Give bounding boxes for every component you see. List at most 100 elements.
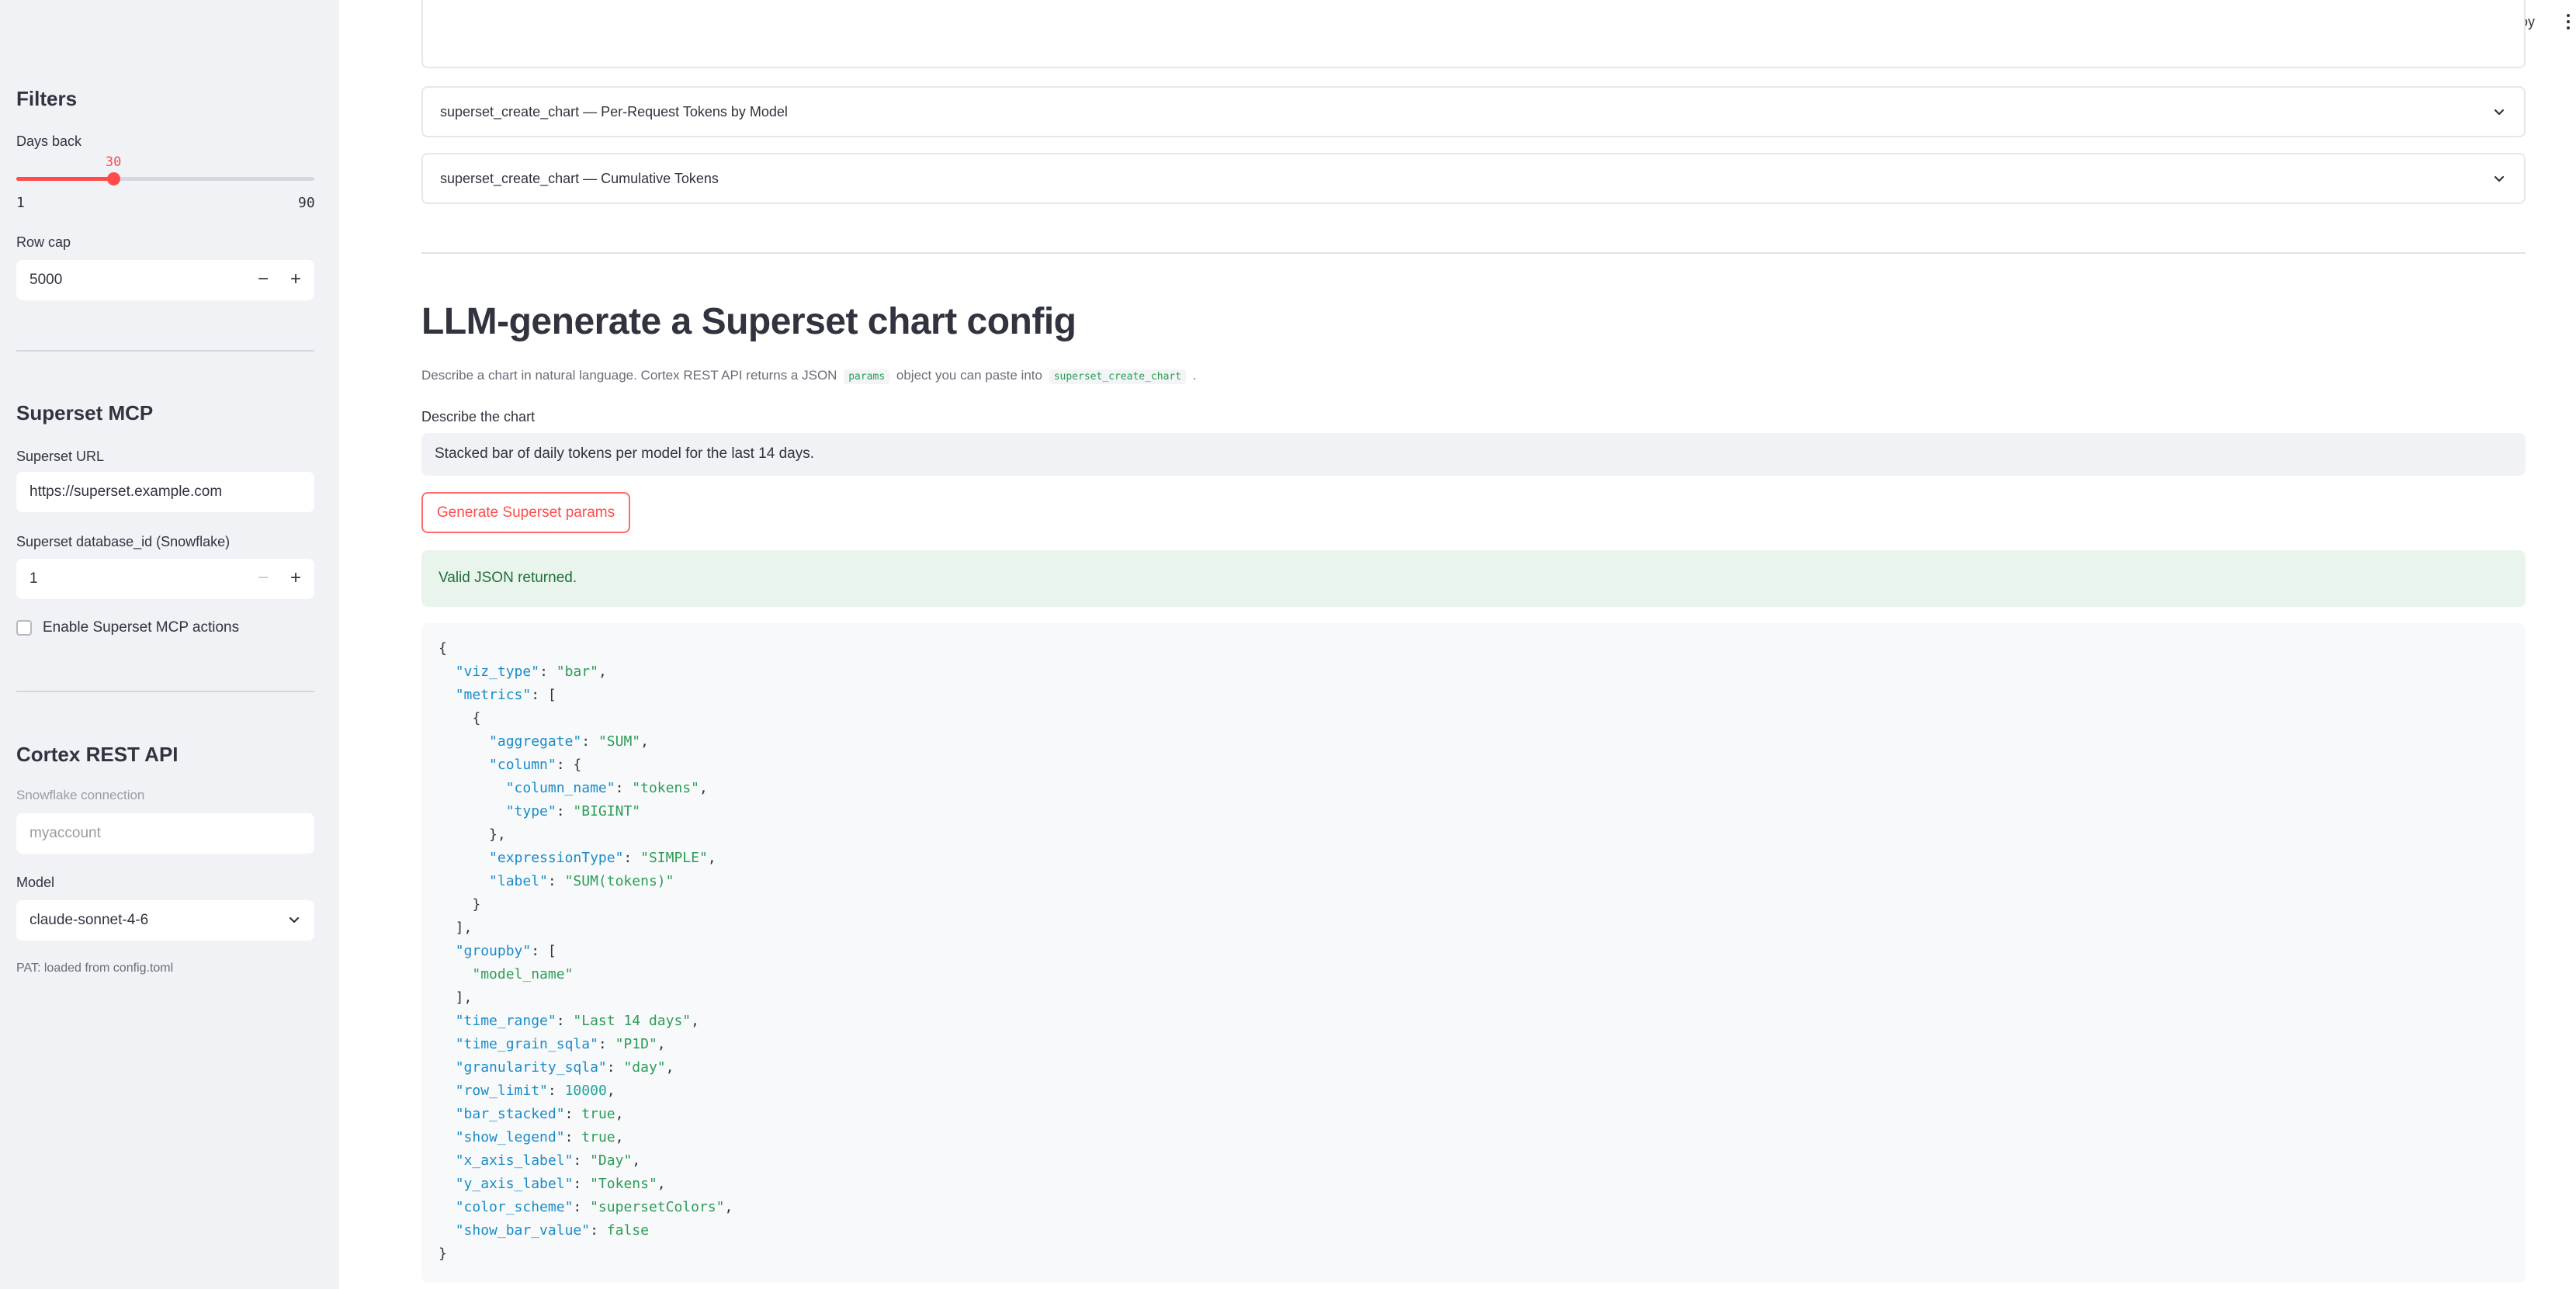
json-key: "expressionType": [489, 850, 624, 866]
code-line: "model_name": [439, 966, 573, 982]
generate-superset-params-button[interactable]: Generate Superset params: [421, 492, 630, 533]
sidebar-divider: [16, 350, 314, 352]
expander-label[interactable]: superset_create_chart — Per-Request Toke…: [440, 104, 788, 120]
code-punct: [439, 803, 506, 819]
code-punct: :: [547, 873, 565, 889]
json-key: "y_axis_label": [455, 1176, 574, 1192]
days-back-slider[interactable]: [16, 172, 314, 185]
expander-cumulative-tokens[interactable]: superset_create_chart — Cumulative Token…: [421, 153, 2526, 204]
code-punct: ,: [632, 1152, 641, 1169]
code-punct: [439, 733, 489, 750]
superset-url-input[interactable]: https://superset.example.com: [16, 472, 314, 512]
code-punct: :: [573, 1176, 591, 1192]
model-value[interactable]: claude-sonnet-4-6: [29, 912, 148, 929]
chevron-down-icon[interactable]: [2491, 105, 2507, 120]
code-punct: :: [564, 1106, 582, 1122]
json-string: "model_name": [472, 966, 574, 982]
code-punct: [439, 1129, 456, 1145]
minus-icon[interactable]: −: [249, 266, 277, 294]
describe-chart-value[interactable]: Stacked bar of daily tokens per model fo…: [435, 445, 814, 463]
days-back-max: 90: [298, 195, 315, 211]
code-line: "color_scheme": "supersetColors",: [439, 1199, 733, 1215]
inline-code-tool-name: superset_create_chart: [1049, 369, 1187, 384]
json-key: "viz_type": [455, 664, 540, 680]
code-punct: ,: [615, 1129, 624, 1145]
code-punct: ],: [439, 920, 473, 936]
json-key: "metrics": [455, 687, 532, 703]
code-punct: [439, 687, 456, 703]
description-text: .: [1192, 368, 1197, 383]
code-punct: :: [556, 803, 574, 819]
slider-fill: [16, 177, 114, 181]
json-code-block[interactable]: { "viz_type": "bar", "metrics": [ { "agg…: [421, 623, 2526, 1283]
code-line: "aggregate": "SUM",: [439, 733, 649, 750]
enable-superset-label[interactable]: Enable Superset MCP actions: [43, 619, 239, 636]
json-key: "time_grain_sqla": [455, 1036, 598, 1052]
code-punct: ,: [598, 664, 607, 680]
code-punct: :: [573, 1152, 591, 1169]
describe-chart-input[interactable]: Stacked bar of daily tokens per model fo…: [421, 433, 2526, 476]
minus-icon[interactable]: −: [249, 565, 277, 593]
days-back-value: 30: [105, 154, 122, 170]
json-key: "aggregate": [489, 733, 582, 750]
code-punct: [439, 757, 489, 773]
row-cap-value[interactable]: 5000: [29, 272, 62, 289]
code-punct: ,: [657, 1036, 666, 1052]
describe-chart-label: Describe the chart: [421, 409, 536, 424]
code-punct: ,: [699, 780, 708, 796]
code-punct: ,: [707, 850, 716, 866]
code-punct: ,: [665, 1059, 674, 1076]
row-cap-label: Row cap: [16, 234, 71, 250]
code-line: {: [439, 710, 480, 726]
code-line: "column": {: [439, 757, 581, 773]
json-string: "SIMPLE": [640, 850, 708, 866]
json-key: "time_range": [455, 1013, 556, 1029]
chevron-down-icon[interactable]: [2491, 172, 2507, 187]
code-punct: [439, 1059, 456, 1076]
code-punct: [439, 1106, 456, 1122]
expander-collapsed-top[interactable]: [421, 0, 2526, 68]
code-punct: ,: [640, 733, 649, 750]
page-description: Describe a chart in natural language. Co…: [421, 368, 1197, 384]
json-string: "SUM(tokens)": [564, 873, 674, 889]
code-punct: [439, 1036, 456, 1052]
description-text: Describe a chart in natural language. Co…: [421, 368, 837, 383]
database-id-label: Superset database_id (Snowflake): [16, 534, 231, 549]
superset-url-label: Superset URL: [16, 449, 105, 464]
superset-url-value[interactable]: https://superset.example.com: [29, 483, 222, 501]
expander-label[interactable]: superset_create_chart — Cumulative Token…: [440, 171, 719, 187]
plus-icon[interactable]: +: [282, 565, 310, 593]
code-line: "groupby": [: [439, 943, 556, 959]
json-string: "tokens": [632, 780, 699, 796]
code-punct: {: [439, 640, 447, 657]
superset-heading: Superset MCP: [16, 401, 154, 424]
code-punct: },: [439, 826, 506, 843]
chevron-down-icon[interactable]: [286, 913, 302, 928]
code-line: "time_range": "Last 14 days",: [439, 1013, 699, 1029]
json-key: "type": [505, 803, 556, 819]
snowflake-connection-placeholder[interactable]: myaccount: [29, 825, 101, 842]
code-punct: [439, 1199, 456, 1215]
database-id-value[interactable]: 1: [29, 570, 38, 587]
enable-superset-checkbox[interactable]: [16, 620, 32, 636]
plus-icon[interactable]: +: [282, 266, 310, 294]
slider-thumb[interactable]: [107, 172, 121, 185]
code-punct: ,: [615, 1106, 624, 1122]
model-select[interactable]: claude-sonnet-4-6: [16, 900, 314, 941]
code-line: "x_axis_label": "Day",: [439, 1152, 640, 1169]
code-punct: [439, 780, 506, 796]
code-line: "row_limit": 10000,: [439, 1083, 615, 1099]
database-id-stepper[interactable]: 1 − +: [16, 559, 314, 599]
code-punct: :: [590, 1222, 607, 1239]
code-line: "y_axis_label": "Tokens",: [439, 1176, 666, 1192]
snowflake-connection-input[interactable]: myaccount: [16, 813, 314, 854]
page-title: LLM-generate a Superset chart config: [421, 301, 1077, 342]
json-string: "BIGINT": [573, 803, 641, 819]
code-punct: ,: [657, 1176, 666, 1192]
more-menu-icon[interactable]: [2565, 14, 2571, 31]
row-cap-stepper[interactable]: 5000 − +: [16, 260, 314, 300]
expander-per-request-tokens[interactable]: superset_create_chart — Per-Request Toke…: [421, 86, 2526, 137]
code-punct: {: [439, 710, 481, 726]
json-key: "granularity_sqla": [455, 1059, 607, 1076]
json-string: "Tokens": [590, 1176, 657, 1192]
